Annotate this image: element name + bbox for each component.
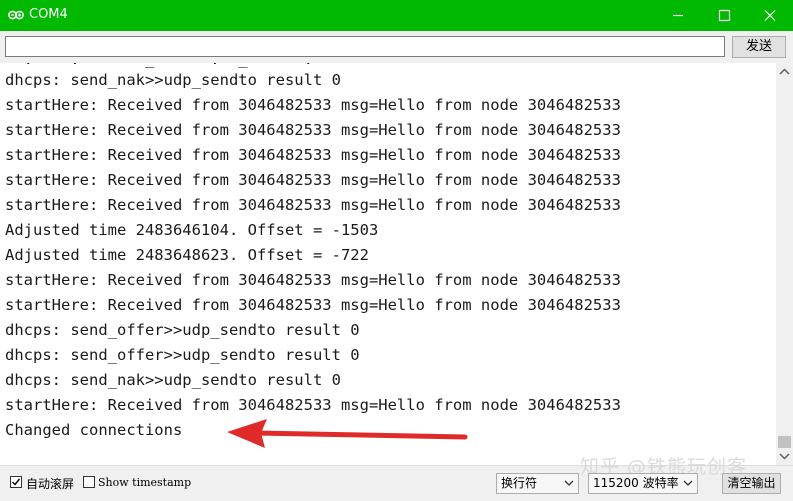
clear-output-button[interactable]: 清空输出 <box>722 473 781 494</box>
chevron-down-icon <box>683 480 693 486</box>
vertical-scrollbar[interactable] <box>776 63 793 465</box>
window-title: COM4 <box>29 7 68 22</box>
output-line: dhcps: send_nak>>udp_sendto result 0 <box>5 371 341 389</box>
output-line: Adjusted time 2483648623. Offset = -722 <box>5 246 369 264</box>
output-line: startHere: Received from 3046482533 msg=… <box>5 171 621 189</box>
output-line: startHere: Received from 3046482533 msg=… <box>5 146 621 164</box>
baud-rate-select[interactable]: 115200 波特率 <box>588 473 698 494</box>
scroll-up-icon[interactable] <box>776 65 793 79</box>
output-line: dhcps: send_offer>>udp_sendto result 0 <box>5 346 360 364</box>
output-line: startHere: Received from 3046482533 msg=… <box>5 196 621 214</box>
chevron-down-icon <box>564 480 574 486</box>
output-line: dhcps: send_offer>>udp_sendto result 0 <box>5 321 360 339</box>
maximize-icon <box>718 9 731 22</box>
autoscroll-label: 自动滚屏 <box>26 477 75 491</box>
baud-rate-value: 115200 波特率 <box>593 476 679 490</box>
output-line: dhcps: send_nak>>udp_sendto result 0 <box>5 71 341 89</box>
minimize-icon <box>673 14 683 17</box>
timestamp-label: Show timestamp <box>98 476 192 489</box>
output-line: startHere: Received from 3046482533 msg=… <box>5 121 621 139</box>
output-line: startHere: Received from 3046482533 msg=… <box>5 296 621 314</box>
annotation-arrow-icon <box>227 419 468 448</box>
title-bar: COM4 <box>0 0 793 31</box>
output-line: startHere: Received from 3046482533 msg=… <box>5 271 621 289</box>
send-button[interactable]: 发送 <box>732 36 786 58</box>
output-line: Changed connections <box>5 421 183 439</box>
output-line: startHere: Received from 3046482533 msg=… <box>5 396 621 414</box>
autoscroll-checkbox[interactable] <box>10 476 22 488</box>
close-button[interactable] <box>747 0 793 31</box>
output-line: startHere: Received from 3046482533 msg=… <box>5 96 621 114</box>
minimize-button[interactable] <box>655 0 701 31</box>
arduino-icon <box>8 10 24 20</box>
output-line: Adjusted time 2483646104. Offset = -1503 <box>5 221 379 239</box>
scrollbar-thumb[interactable] <box>778 436 791 448</box>
checkmark-icon <box>12 478 21 486</box>
close-icon <box>764 10 776 21</box>
scroll-down-icon[interactable] <box>776 449 793 463</box>
timestamp-checkbox[interactable] <box>83 476 95 488</box>
maximize-button[interactable] <box>701 0 747 31</box>
serial-output[interactable]: . . _ . _ . dhcps: send_nak>>udp_sendto … <box>0 63 776 465</box>
serial-input[interactable] <box>5 36 725 57</box>
line-ending-value: 换行符 <box>501 476 538 490</box>
line-ending-select[interactable]: 换行符 <box>496 473 579 494</box>
